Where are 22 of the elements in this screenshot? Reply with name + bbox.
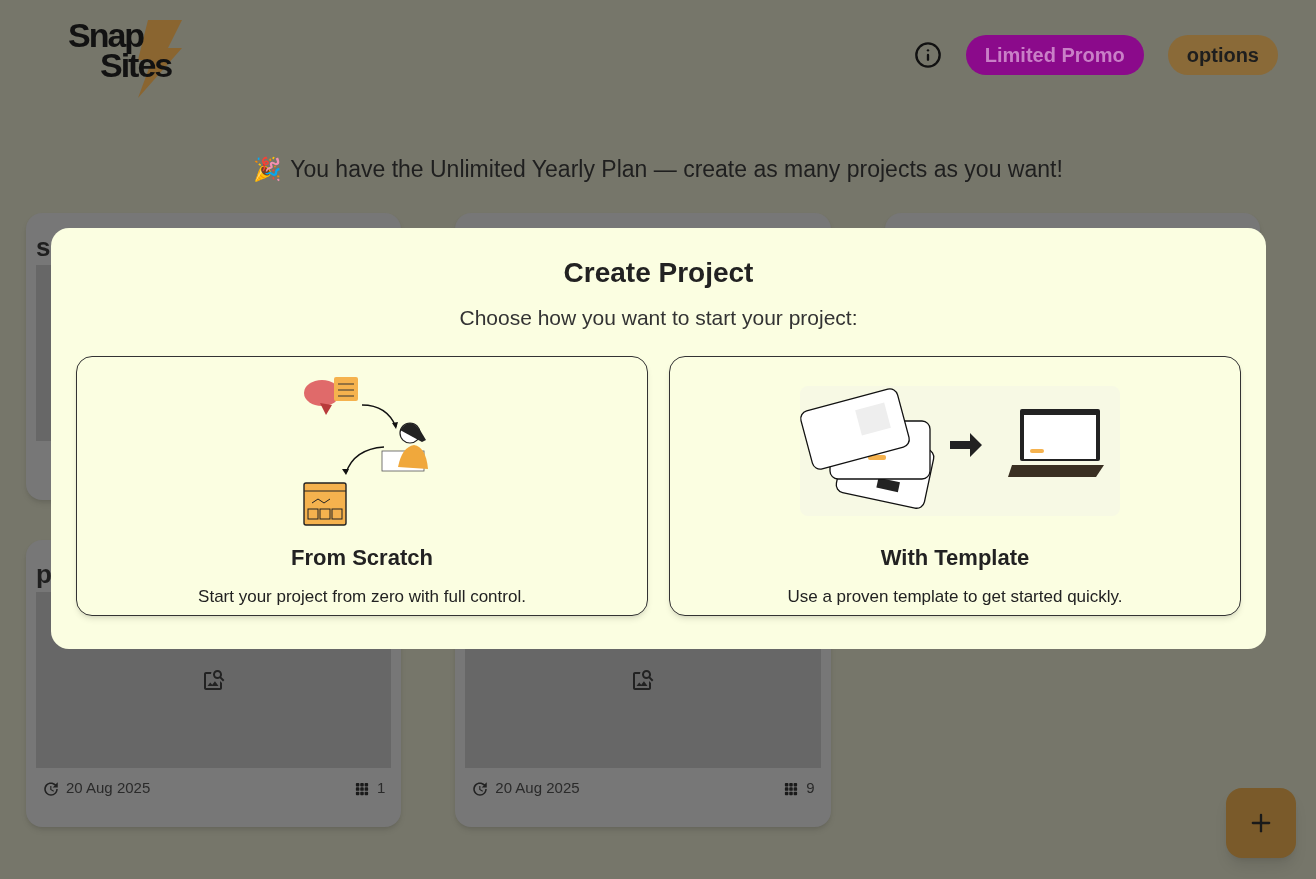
promo-button[interactable]: Limited Promo <box>965 35 1144 75</box>
plan-message-text: You have the Unlimited Yearly Plan — create as many projects as you want! <box>290 155 1063 184</box>
logo[interactable]: Snap Sites <box>68 20 184 98</box>
party-icon: 🎉 <box>253 152 283 187</box>
options-button[interactable]: options <box>1167 35 1278 75</box>
image-search-icon <box>201 667 226 692</box>
dialog-subtitle: Choose how you want to start your project: <box>459 305 858 331</box>
page-count: 1 <box>377 778 386 799</box>
option-card[interactable]: With Template Use a proven template to get started quickly. <box>669 355 1241 616</box>
page-count: 9 <box>806 778 815 799</box>
grid-icon <box>784 781 799 796</box>
grid-icon <box>355 781 369 796</box>
image-search-icon <box>631 667 655 692</box>
project-date: 20 Aug 2025 <box>495 778 580 799</box>
option-card[interactable]: From Scratch Start your project from zero with full control. <box>76 355 648 616</box>
project-title: s <box>36 231 51 262</box>
project-title: p <box>36 558 52 589</box>
update-icon <box>471 779 490 798</box>
update-icon <box>42 779 60 798</box>
dialog-title: Create Project <box>563 256 754 290</box>
project-date: 20 Aug 2025 <box>66 778 151 799</box>
info-icon[interactable] <box>913 41 942 69</box>
